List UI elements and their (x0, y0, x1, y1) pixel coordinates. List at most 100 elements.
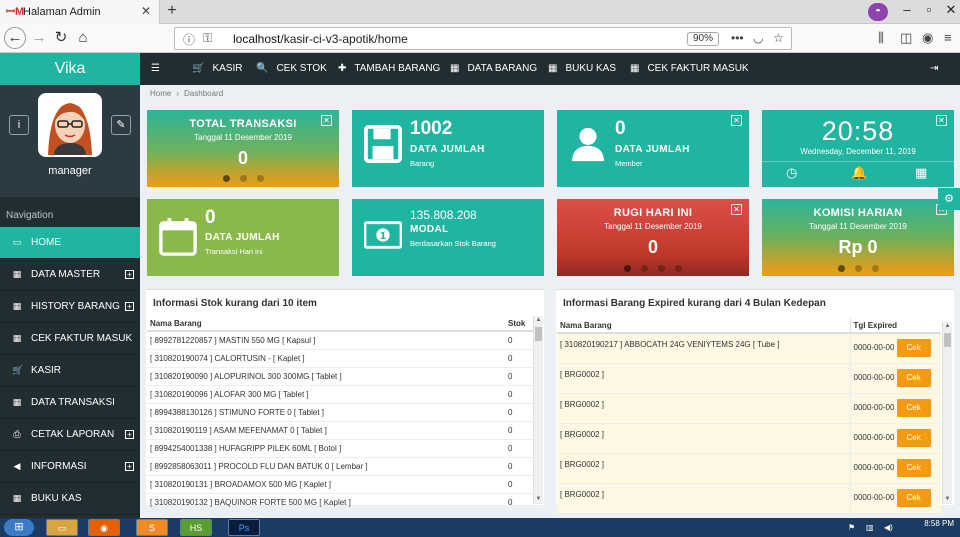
table-row: [ 310820190131 ] BROADAMOX 500 MG [ Kapl… (147, 475, 533, 494)
grid-icon: ▦ (12, 333, 22, 343)
cek-button[interactable]: Cek (896, 369, 931, 387)
sidebar-item-data-master[interactable]: ▦ DATA MASTER + (0, 259, 140, 291)
cell-nama: [ BRG0002 ] (557, 423, 851, 454)
cek-button[interactable]: Cek (896, 339, 931, 358)
topnav-tambah-barang[interactable]: ✚ TAMBAH BARANG (338, 63, 440, 74)
topnav-cek-stok[interactable]: 🔍 CEK STOK (256, 63, 327, 74)
carousel-dot[interactable] (624, 265, 631, 272)
carousel-dot[interactable] (256, 175, 264, 182)
cek-button[interactable]: Cek (896, 459, 931, 477)
reload-icon[interactable]: ↻ (50, 27, 72, 49)
settings-gear-icon[interactable]: ⚙ (938, 188, 960, 210)
more-actions-icon[interactable]: ••• (731, 31, 744, 45)
forward-icon[interactable]: → (28, 27, 50, 49)
photoshop-icon[interactable]: Ps (228, 519, 260, 536)
carousel-dot[interactable] (641, 265, 648, 272)
column-header[interactable]: Tgl Expired (850, 318, 941, 334)
carousel-dot[interactable] (222, 175, 230, 182)
file-explorer-icon[interactable]: ▭ (46, 519, 78, 536)
carousel-indicators[interactable] (762, 263, 954, 275)
topnav-label: CEK FAKTUR MASUK (647, 63, 749, 74)
carousel-dot[interactable] (239, 175, 247, 182)
scroll-thumb[interactable] (535, 327, 542, 341)
timer-icon[interactable]: ◷ (786, 165, 797, 181)
info-icon[interactable]: i (9, 115, 29, 135)
cek-button[interactable]: Cek (896, 399, 931, 417)
scroll-thumb[interactable] (944, 333, 951, 347)
topnav-buku-kas[interactable]: ▦ BUKU KAS (548, 63, 616, 74)
sidebar-item-kasir[interactable]: 🛒 KASIR (0, 355, 140, 387)
carousel-indicators[interactable] (557, 263, 749, 275)
sidebar-toggle-icon[interactable]: ◫ (900, 30, 912, 46)
carousel-dot[interactable] (871, 265, 879, 272)
edit-profile-icon[interactable]: ✎ (111, 115, 131, 135)
brand-logo[interactable]: Vika (0, 53, 140, 85)
bookmark-star-icon[interactable]: ☆ (773, 31, 784, 45)
carousel-dot[interactable] (837, 265, 845, 272)
pocket-icon[interactable]: ◡ (753, 31, 763, 45)
sidebar-item-home[interactable]: ▭ HOME (0, 227, 140, 259)
sidebar-item-label: DATA TRANSAKSI (31, 397, 115, 408)
carousel-dot[interactable] (854, 265, 862, 272)
address-bar[interactable]: ⓘ ⚿ localhost/kasir-ci-v3-apotik/home 90… (174, 27, 792, 50)
bell-icon[interactable]: 🔔 (851, 165, 867, 181)
sidebar-item-cek-faktur-masuk[interactable]: ▦ CEK FAKTUR MASUK (0, 323, 140, 355)
menu-icon[interactable]: ≡ (944, 30, 952, 45)
carousel-dot[interactable] (658, 265, 665, 272)
sidebar-item-history-barang[interactable]: ▦ HISTORY BARANG + (0, 291, 140, 323)
column-header[interactable]: Nama Barang (557, 318, 851, 334)
sidebar-item-label: HISTORY BARANG (31, 301, 120, 312)
close-icon[interactable]: ✕ (731, 115, 742, 126)
expand-icon[interactable]: + (125, 270, 134, 279)
topnav-cek-faktur-masuk[interactable]: ▦ CEK FAKTUR MASUK (630, 63, 749, 74)
new-tab-icon[interactable]: + (162, 2, 182, 20)
sidebar-item-data-transaksi[interactable]: ▦ DATA TRANSAKSI (0, 387, 140, 419)
cek-button[interactable]: Cek (896, 489, 931, 507)
minimize-icon[interactable]: – (896, 2, 918, 17)
sidebar-item-cetak-laporan[interactable]: ⎙ CETAK LAPORAN + (0, 419, 140, 451)
calendar-icon[interactable]: ▦ (915, 165, 927, 181)
plus-icon: ✚ (338, 63, 347, 74)
cek-button[interactable]: Cek (896, 429, 931, 447)
heidisql-icon[interactable]: HS (180, 519, 212, 536)
library-icon[interactable]: ⫼ (878, 30, 884, 46)
breadcrumb-home[interactable]: Home (150, 89, 171, 98)
home-icon[interactable]: ⌂ (72, 27, 94, 49)
page-info-icon[interactable]: ⓘ (183, 31, 195, 48)
scroll-up-icon[interactable]: ▲ (943, 322, 952, 331)
topnav-data-barang[interactable]: ▦ DATA BARANG (450, 63, 537, 74)
logout-button[interactable]: ⇥ (930, 63, 946, 74)
account-icon[interactable]: ◉ (922, 30, 933, 46)
scroll-up-icon[interactable]: ▲ (534, 316, 543, 325)
tray-network-icon[interactable]: ▥ (866, 523, 874, 532)
start-button[interactable]: ⊞ (4, 519, 34, 536)
tray-flag-icon[interactable]: ⚑ (848, 523, 855, 532)
sidebar-toggle-button[interactable]: ☰ (151, 63, 168, 74)
window-close-icon[interactable]: ✕ (940, 2, 960, 18)
expired-scrollbar[interactable]: ▲ ▼ (942, 322, 952, 504)
column-header[interactable]: Stok (505, 316, 533, 332)
carousel-dot[interactable] (675, 265, 682, 272)
maximize-icon[interactable]: ▫ (918, 2, 940, 17)
zoom-indicator[interactable]: 90% (687, 32, 720, 46)
key-icon[interactable]: ⚿ (203, 31, 212, 46)
clock[interactable]: 8:58 PM (924, 520, 954, 528)
tab-close-icon[interactable]: ✕ (141, 4, 151, 18)
cell-stok: 0 (505, 475, 533, 494)
column-header[interactable]: Nama Barang (147, 316, 505, 332)
scroll-down-icon[interactable]: ▼ (943, 495, 952, 504)
expand-icon[interactable]: + (125, 302, 134, 311)
expand-icon[interactable]: + (125, 430, 134, 439)
back-icon[interactable]: ← (4, 27, 26, 49)
topnav-kasir[interactable]: 🛒 KASIR (192, 63, 242, 74)
stock-scrollbar[interactable]: ▲ ▼ (533, 316, 543, 504)
firefox-icon[interactable]: ◉ (88, 519, 120, 536)
browser-tab[interactable]: ꟷM Halaman Admin ✕ (0, 0, 160, 24)
scroll-down-icon[interactable]: ▼ (534, 495, 543, 504)
expand-icon[interactable]: + (125, 462, 134, 471)
sublime-icon[interactable]: S (136, 519, 168, 536)
carousel-indicators[interactable] (147, 173, 339, 185)
tray-volume-icon[interactable]: ◀) (884, 523, 893, 532)
sidebar-item-informasi[interactable]: ◀ INFORMASI + (0, 451, 140, 483)
sidebar-item-buku-kas[interactable]: ▦ BUKU KAS (0, 483, 140, 515)
